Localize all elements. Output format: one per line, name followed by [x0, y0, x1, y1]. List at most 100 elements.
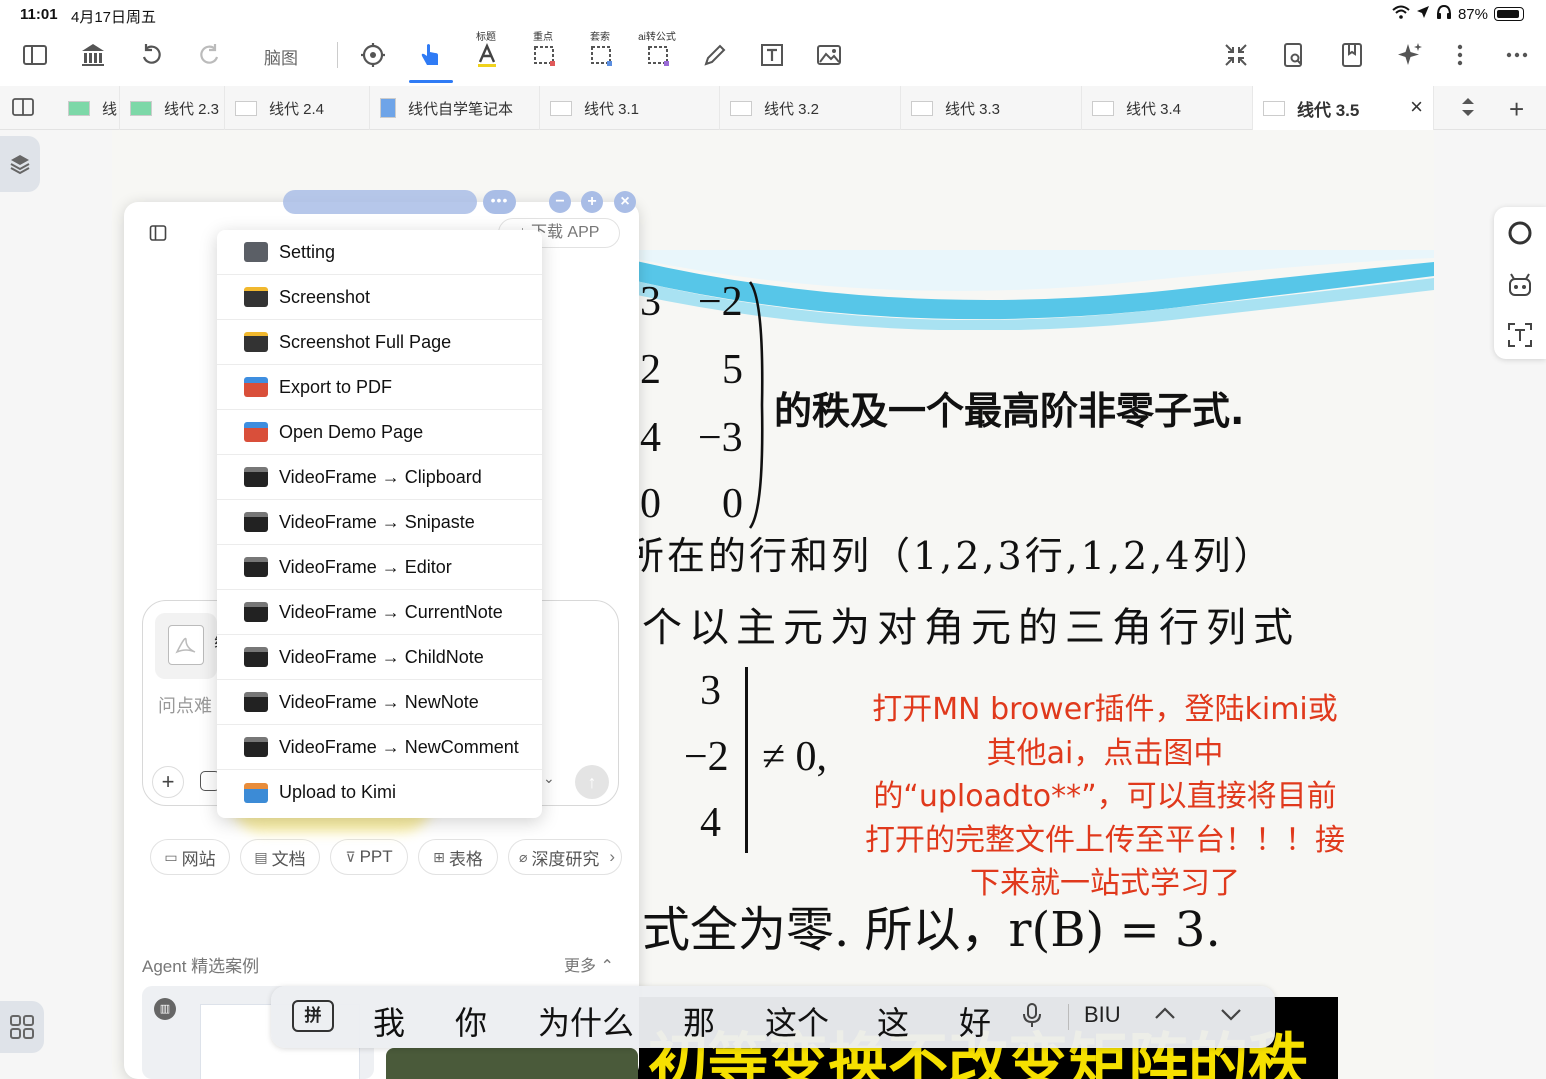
text-format-button[interactable]: BIU [1084, 1002, 1121, 1028]
location-icon [1416, 5, 1430, 23]
candidate-word[interactable]: 为什么 [538, 998, 634, 1044]
candidate-word[interactable]: 这个 [765, 998, 829, 1044]
candidate-word[interactable]: 你 [455, 998, 487, 1044]
tab-5[interactable]: 线代 3.2 [720, 86, 901, 130]
chevron-right-icon: › [609, 847, 615, 866]
tab-2[interactable]: 线代 2.4 [225, 86, 370, 130]
menu-item-label: Setting [279, 241, 336, 262]
circle-record-icon[interactable] [1506, 219, 1534, 247]
redo-icon[interactable] [190, 36, 228, 74]
more-vertical-icon[interactable] [1441, 36, 1479, 74]
candidate-word[interactable]: 这 [877, 998, 909, 1044]
tab-8-active[interactable]: 线代 3.5 × [1253, 86, 1434, 130]
menu-item-vf-newnote[interactable]: VideoFrame → NewNote [217, 680, 542, 725]
grid-apps-icon[interactable] [0, 1001, 44, 1053]
collapse-icon[interactable] [1217, 36, 1255, 74]
menu-item-screenshot[interactable]: Screenshot [217, 275, 542, 320]
chevron-down-icon[interactable]: ⌄ [543, 770, 555, 787]
chevron-up-icon[interactable] [1153, 1002, 1177, 1032]
candidate-word[interactable]: 那 [683, 998, 715, 1044]
agent-case-card-2[interactable] [386, 1048, 638, 1079]
menu-item-vf-currentnote[interactable]: VideoFrame → CurrentNote [217, 590, 542, 635]
text-scan-icon[interactable] [1506, 321, 1534, 349]
menu-item-screenshot-full[interactable]: Screenshot Full Page [217, 320, 542, 365]
clapper-icon [244, 512, 268, 532]
chip-website[interactable]: ▭ 网站 [150, 839, 230, 875]
tab-6[interactable]: 线代 3.3 [901, 86, 1082, 130]
add-tab-icon[interactable]: + [1509, 94, 1524, 125]
left-margin [0, 130, 112, 1079]
robot-icon[interactable] [1506, 271, 1534, 299]
panel-maximize-button[interactable]: + [581, 191, 603, 213]
tab-3[interactable]: 线代自学笔记本 [370, 86, 540, 130]
camera-icon [244, 332, 268, 352]
menu-item-export-pdf[interactable]: Export to PDF [217, 365, 542, 410]
text-line-2: 个以主元为对角元的三角行列式 [642, 605, 1300, 651]
panel-minimize-button[interactable]: − [549, 191, 571, 213]
close-tab-icon[interactable]: × [1410, 94, 1423, 120]
menu-item-vf-newcomment[interactable]: VideoFrame → NewComment [217, 725, 542, 770]
text-highlight-icon[interactable] [468, 36, 506, 74]
chip-spreadsheet[interactable]: ⊞ 表格 [418, 839, 498, 875]
hand-pointer-icon[interactable] [411, 36, 449, 74]
extension-dropdown-menu: Setting Screenshot Screenshot Full Page … [217, 230, 542, 818]
chat-input[interactable]: 问点难 [158, 692, 212, 718]
chip-deep-research[interactable]: ⌀ 深度研究 › [508, 839, 622, 875]
send-button[interactable]: ↑ [575, 765, 609, 799]
menu-item-vf-clipboard[interactable]: VideoFrame → Clipboard [217, 455, 542, 500]
chevron-down-icon[interactable] [1219, 1002, 1243, 1032]
candidate-word[interactable]: 我 [373, 998, 405, 1044]
chip-ppt[interactable]: ⊽ PPT [330, 839, 408, 875]
menu-item-vf-snipaste[interactable]: VideoFrame → Snipaste [217, 500, 542, 545]
library-icon[interactable] [74, 36, 112, 74]
candidate-word[interactable]: 好 [959, 998, 991, 1044]
determinant-cell: 4 [700, 800, 721, 846]
mindmap-button[interactable]: 脑图 [264, 44, 298, 69]
sidebar-toggle-icon[interactable] [16, 36, 54, 74]
tab-1[interactable]: 线代 2.3 [120, 86, 225, 130]
matrix-cell: 4 [640, 415, 661, 461]
agent-more-link[interactable]: 更多 ⌃ [564, 952, 614, 976]
split-view-icon[interactable] [12, 97, 34, 122]
chip-document[interactable]: ▤ 文档 [240, 839, 320, 875]
bookmark-book-icon[interactable] [1333, 36, 1371, 74]
menu-item-upload-kimi[interactable]: Upload to Kimi [217, 770, 542, 815]
tab-0[interactable]: 线 [58, 86, 120, 130]
menu-item-vf-childnote[interactable]: VideoFrame → ChildNote [217, 635, 542, 680]
key-select-icon[interactable] [525, 36, 563, 74]
tab-thumbnail [1092, 100, 1114, 116]
panel-drag-handle[interactable] [283, 190, 477, 214]
tab-sort-icon[interactable] [1459, 96, 1477, 123]
pdf-file-icon [168, 625, 204, 665]
tab-thumbnail [911, 100, 933, 116]
status-time: 11:01 [20, 6, 58, 23]
pen-icon[interactable] [696, 36, 734, 74]
tab-4[interactable]: 线代 3.1 [540, 86, 720, 130]
ai-formula-icon[interactable] [639, 36, 677, 74]
menu-item-demo-page[interactable]: Open Demo Page [217, 410, 542, 455]
lasso-select-icon[interactable] [582, 36, 620, 74]
tab-thumbnail [235, 100, 257, 116]
tab-label: 线代 2.4 [269, 100, 325, 118]
menu-item-setting[interactable]: Setting [217, 230, 542, 275]
menu-item-label: Screenshot [279, 286, 371, 307]
image-icon[interactable] [810, 36, 848, 74]
textbox-icon[interactable] [753, 36, 791, 74]
matrix-cell: 0 [640, 481, 661, 527]
gesture-settings-icon[interactable] [354, 36, 392, 74]
chip-label: 文档 [271, 849, 306, 869]
search-document-icon[interactable] [1274, 36, 1312, 74]
menu-item-vf-editor[interactable]: VideoFrame → Editor [217, 545, 542, 590]
pinyin-key[interactable]: 拼 [292, 1000, 334, 1032]
panel-close-button[interactable]: × [614, 191, 636, 213]
undo-icon[interactable] [133, 36, 171, 74]
add-attachment-button[interactable]: + [152, 766, 184, 798]
panel-sidebar-icon[interactable] [149, 224, 167, 242]
ai-sparkle-icon[interactable] [1391, 36, 1429, 74]
microphone-icon[interactable] [1021, 1002, 1043, 1034]
more-horizontal-icon[interactable] [1498, 36, 1536, 74]
panel-more-button[interactable]: ••• [483, 190, 516, 214]
layers-icon[interactable] [0, 136, 40, 192]
attached-file-chip[interactable] [155, 613, 217, 679]
tab-7[interactable]: 线代 3.4 [1082, 86, 1253, 130]
